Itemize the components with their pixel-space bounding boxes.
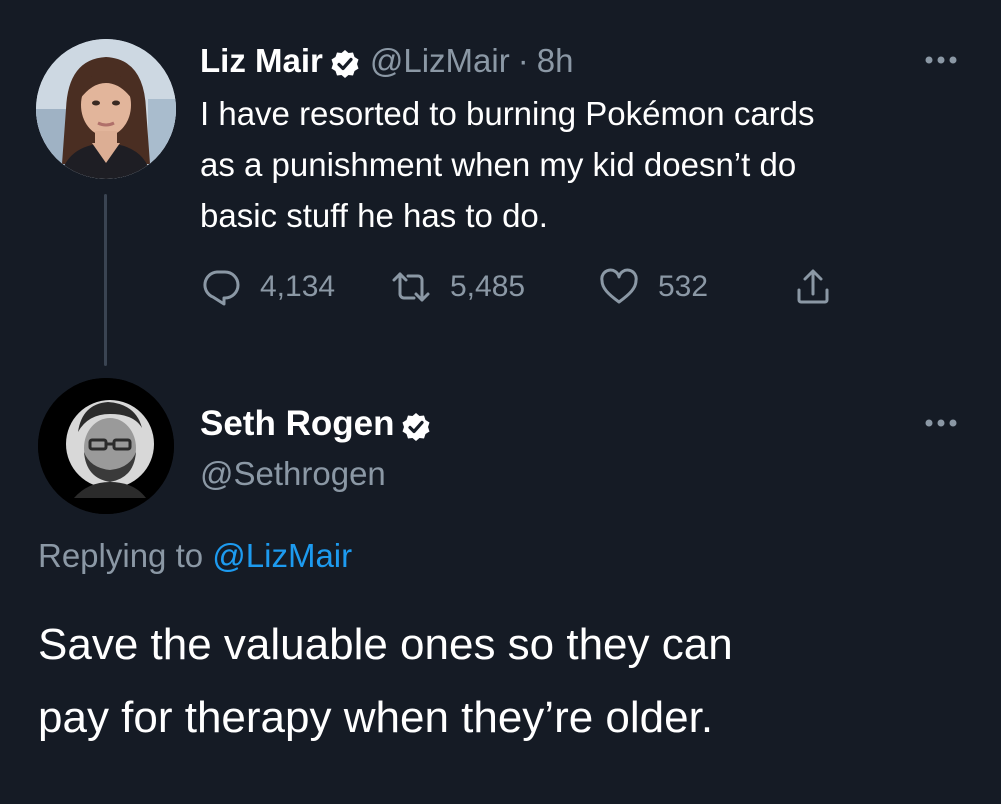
share-icon bbox=[797, 269, 829, 304]
seth-rogen-avatar[interactable] bbox=[38, 378, 174, 514]
reply-button[interactable]: 4,134 bbox=[200, 262, 335, 312]
author-display-name[interactable]: Liz Mair bbox=[200, 39, 323, 83]
tweet-text-line: I have resorted to burning Pokémon cards bbox=[200, 95, 815, 132]
reply-author-handle[interactable]: @Sethrogen bbox=[200, 452, 386, 496]
tweet-text-line: basic stuff he has to do. bbox=[200, 197, 548, 234]
original-tweet-header: Liz Mair @LizMair · 8h bbox=[200, 39, 573, 83]
more-options-icon[interactable] bbox=[921, 413, 961, 433]
tweet-text-line: pay for therapy when they’re older. bbox=[38, 693, 714, 742]
share-button[interactable] bbox=[792, 262, 852, 312]
reply-tweet-text: Save the valuable ones so they can pay f… bbox=[38, 608, 978, 754]
reply-count: 4,134 bbox=[260, 270, 336, 303]
like-count: 532 bbox=[658, 270, 709, 303]
more-options-icon[interactable] bbox=[921, 50, 961, 70]
thread-connector-line bbox=[104, 194, 107, 366]
header-separator: · bbox=[517, 42, 529, 79]
profile-photo-woman-icon bbox=[36, 39, 176, 179]
retweet-button[interactable]: 5,485 bbox=[390, 262, 525, 312]
retweet-icon bbox=[392, 272, 430, 302]
original-tweet-text: I have resorted to burning Pokémon cards… bbox=[200, 88, 975, 241]
reply-author-header: Seth Rogen bbox=[200, 402, 441, 446]
replying-to-line: Replying to @LizMair bbox=[38, 534, 352, 578]
tweet-thread-screen: Liz Mair @LizMair · 8h I have resorted t… bbox=[0, 0, 1001, 804]
tweet-timestamp[interactable]: 8h bbox=[537, 39, 574, 83]
liz-mair-avatar[interactable] bbox=[36, 39, 176, 179]
heart-icon bbox=[600, 268, 638, 304]
replying-to-mention-link[interactable]: @LizMair bbox=[212, 537, 352, 574]
tweet-text-line: as a punishment when my kid doesn’t do bbox=[200, 146, 797, 183]
reply-icon bbox=[203, 270, 240, 306]
verified-badge-icon bbox=[401, 409, 431, 441]
like-button[interactable]: 532 bbox=[598, 262, 708, 312]
tweet-text-line: Save the valuable ones so they can bbox=[38, 620, 733, 669]
profile-photo-man-bw-icon bbox=[38, 378, 174, 514]
retweet-count: 5,485 bbox=[450, 270, 526, 303]
reply-author-display-name[interactable]: Seth Rogen bbox=[200, 402, 394, 446]
replying-to-label: Replying to bbox=[38, 537, 204, 574]
verified-badge-icon bbox=[330, 46, 360, 78]
author-handle[interactable]: @LizMair bbox=[370, 39, 510, 83]
tweet-action-bar: 4,134 5,485 532 bbox=[200, 262, 900, 312]
